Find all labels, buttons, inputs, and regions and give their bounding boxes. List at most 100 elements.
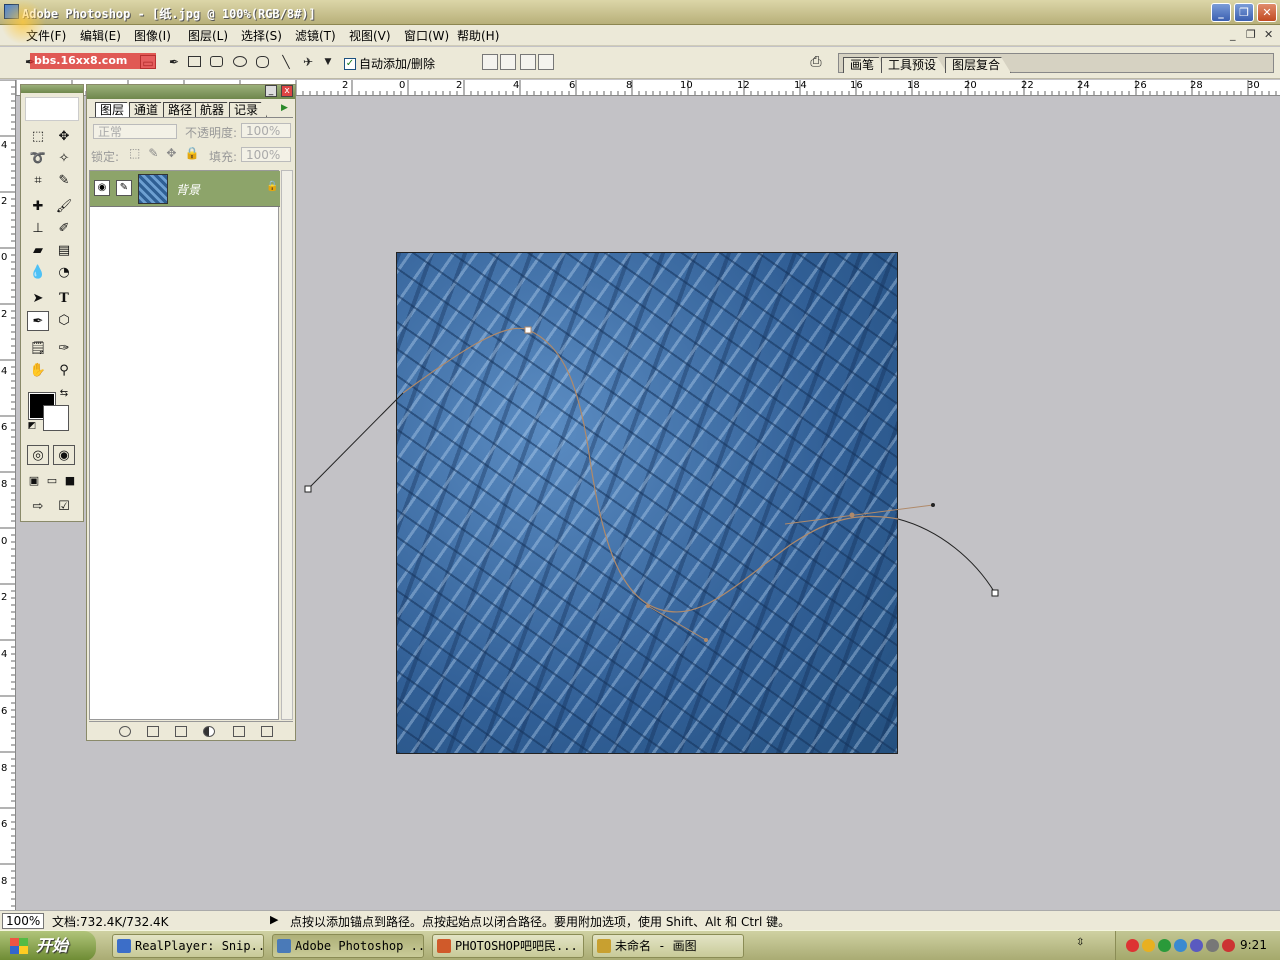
marquee-icon[interactable]: ⬚ <box>27 127 49 147</box>
maximize-button[interactable]: ❐ <box>1234 3 1254 22</box>
layer-row[interactable]: ◉ ✎ 背景 🔒 <box>90 171 280 207</box>
blur-icon[interactable]: 💧 <box>27 263 49 283</box>
eyedropper-icon[interactable]: ✑ <box>53 339 75 359</box>
menu-filter[interactable]: 滤镜(T) <box>295 27 336 44</box>
anchor-point[interactable] <box>304 485 312 493</box>
task-browser[interactable]: PHOTOSHOP吧吧民... <box>432 934 584 958</box>
background-color-swatch[interactable] <box>43 405 69 431</box>
document-canvas[interactable] <box>396 252 898 754</box>
rectangle-icon[interactable] <box>188 56 201 67</box>
subtract-path-icon[interactable] <box>500 54 516 70</box>
layer-list-scrollbar[interactable] <box>281 170 293 720</box>
qq-icon[interactable] <box>1126 939 1139 952</box>
exclude-path-icon[interactable] <box>538 54 554 70</box>
type-icon[interactable]: T <box>53 289 75 309</box>
checkbox-icon[interactable]: ✓ <box>344 57 356 70</box>
history-brush-icon[interactable]: ✐ <box>53 219 75 239</box>
tab-layers[interactable]: 图层 <box>95 102 134 117</box>
screen-mode-full-icon[interactable]: ■ <box>61 471 79 491</box>
layers-palette-title-bar[interactable]: _ x <box>87 85 295 99</box>
new-layer-icon[interactable] <box>233 726 245 737</box>
palette-menu-icon[interactable]: ▶ <box>281 103 293 115</box>
layer-style-icon[interactable] <box>119 726 131 737</box>
menu-help[interactable]: 帮助(H) <box>457 27 499 44</box>
notes-icon[interactable]: 🗒 <box>27 339 49 359</box>
close-button[interactable]: ✕ <box>1257 3 1277 22</box>
doc-close-button[interactable]: ✕ <box>1264 28 1273 41</box>
brush-icon[interactable]: 🖌 <box>53 197 75 217</box>
tab-channels[interactable]: 通道 <box>129 102 168 117</box>
tab-layer-comps[interactable]: 图层复合 <box>945 57 1012 73</box>
shape-tool-icon[interactable]: ⬡ <box>53 311 75 331</box>
sync-icon[interactable] <box>1206 939 1219 952</box>
lock-options-icon[interactable]: ⬚✎✥🔒 <box>129 146 207 160</box>
line-icon[interactable]: ╲ <box>278 55 294 69</box>
eraser-icon[interactable]: ▰ <box>27 241 49 261</box>
menu-window[interactable]: 窗口(W) <box>404 27 449 44</box>
status-arrow-icon[interactable]: ▶ <box>270 913 278 926</box>
rounded-rectangle-icon[interactable] <box>210 56 223 67</box>
swap-colors-icon[interactable]: ⇆ <box>57 387 71 401</box>
pen-icon[interactable]: ✒ <box>166 55 182 69</box>
menu-select[interactable]: 选择(S) <box>241 27 282 44</box>
crop-icon[interactable]: ⌗ <box>27 171 49 191</box>
tab-brushes[interactable]: 画笔 <box>843 57 886 73</box>
messenger-icon[interactable] <box>1174 939 1187 952</box>
clone-stamp-icon[interactable]: ⊥ <box>27 219 49 239</box>
imageready-icon[interactable]: ☑ <box>53 497 75 517</box>
standard-mode-icon[interactable]: ◎ <box>27 445 49 465</box>
layer-name[interactable]: 背景 <box>176 181 200 198</box>
screen-mode-full-menu-icon[interactable]: ▭ <box>43 471 61 491</box>
palette-minimize-button[interactable]: _ <box>265 85 277 97</box>
chevron-down-icon[interactable]: ▼ <box>320 55 336 69</box>
task-realplayer[interactable]: RealPlayer: Snip... <box>112 934 264 958</box>
blend-mode-select[interactable]: 正常 <box>93 124 177 139</box>
doc-minimize-button[interactable]: _ <box>1230 28 1236 41</box>
menu-layer[interactable]: 图层(L) <box>188 27 228 44</box>
language-bar-icon[interactable]: ⇳ <box>1076 937 1084 948</box>
task-photoshop[interactable]: Adobe Photoshop ... <box>272 934 424 958</box>
volume-icon[interactable] <box>1190 939 1203 952</box>
pen-tool-icon[interactable]: ✒ <box>27 311 49 331</box>
start-button[interactable]: 开始 <box>0 931 96 960</box>
photoshop-feather-icon[interactable] <box>25 97 79 121</box>
jump-to-imageready-icon[interactable]: ⇨ <box>27 497 49 517</box>
menu-view[interactable]: 视图(V) <box>349 27 391 44</box>
hand-icon[interactable]: ✋ <box>27 361 49 381</box>
slice-icon[interactable]: ✎ <box>53 171 75 191</box>
brush-link-icon[interactable]: ✎ <box>116 180 132 196</box>
minimize-button[interactable]: _ <box>1211 3 1231 22</box>
gradient-icon[interactable]: ▤ <box>53 241 75 261</box>
toolbox-title-bar[interactable] <box>21 85 83 93</box>
file-browser-icon[interactable]: ⎙ <box>808 55 824 69</box>
auto-add-delete-checkbox[interactable]: ✓ 自动添加/删除 <box>344 55 435 72</box>
document-size-info[interactable]: 文档:732.4K/732.4K <box>52 913 169 930</box>
menu-image[interactable]: 图像(I) <box>134 27 171 44</box>
palette-close-button[interactable]: x <box>281 85 293 97</box>
tab-navigator[interactable]: 航器 <box>195 102 234 117</box>
warning-icon[interactable] <box>1142 939 1155 952</box>
add-mask-icon[interactable] <box>147 726 159 737</box>
anchor-point[interactable] <box>991 589 999 597</box>
add-to-path-icon[interactable] <box>482 54 498 70</box>
screen-mode-standard-icon[interactable]: ▣ <box>25 471 43 491</box>
adjustment-layer-icon[interactable] <box>203 726 215 737</box>
new-group-icon[interactable] <box>175 726 187 737</box>
dodge-icon[interactable]: ◔ <box>53 263 75 283</box>
fill-field[interactable]: 100% <box>241 147 291 162</box>
custom-shape-icon[interactable]: ✈ <box>300 55 316 69</box>
menu-edit[interactable]: 编辑(E) <box>80 27 121 44</box>
path-selection-icon[interactable]: ➤ <box>27 289 49 309</box>
direction-handle[interactable] <box>931 503 935 507</box>
magic-wand-icon[interactable]: ✧ <box>53 149 75 169</box>
zoom-field[interactable]: 100% <box>2 913 44 929</box>
ellipse-icon[interactable] <box>233 56 247 67</box>
antivirus-icon[interactable] <box>1222 939 1235 952</box>
network-icon[interactable] <box>1158 939 1171 952</box>
opacity-field[interactable]: 100% <box>241 123 291 138</box>
doc-restore-button[interactable]: ❐ <box>1246 28 1256 41</box>
eye-icon[interactable]: ◉ <box>94 180 110 196</box>
default-colors-icon[interactable]: ◩ <box>25 419 39 433</box>
polygon-icon[interactable] <box>256 56 269 68</box>
trash-icon[interactable] <box>261 726 273 737</box>
